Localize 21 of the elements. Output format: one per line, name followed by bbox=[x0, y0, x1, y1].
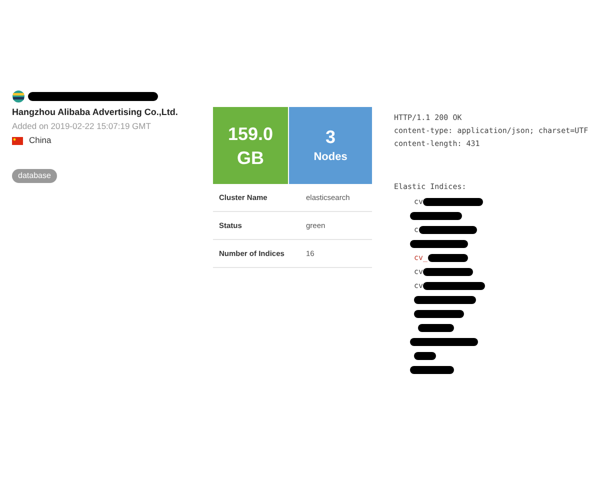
redaction-mark bbox=[410, 240, 468, 248]
redaction-mark bbox=[410, 212, 462, 220]
redaction-mark bbox=[428, 254, 468, 262]
redaction-mark bbox=[423, 268, 474, 276]
flag-icon bbox=[12, 136, 23, 145]
stat-tile: 3 Nodes bbox=[289, 107, 372, 184]
redaction-mark bbox=[414, 352, 436, 360]
redaction-mark bbox=[423, 282, 486, 290]
redaction-mark bbox=[410, 338, 478, 346]
redaction-mark bbox=[414, 296, 476, 304]
organization-name: Hangzhou Alibaba Advertising Co.,Ltd. bbox=[12, 106, 179, 119]
country-name: China bbox=[29, 134, 52, 147]
added-date: Added on 2019-02-22 15:07:19 GMT bbox=[12, 120, 152, 132]
stat-tile: 159.0 GB bbox=[213, 107, 288, 184]
redaction-mark bbox=[414, 310, 464, 318]
redaction-mark bbox=[418, 324, 454, 332]
tag[interactable]: database bbox=[12, 169, 57, 183]
logo-icon bbox=[12, 90, 25, 103]
redaction-mark bbox=[410, 366, 454, 374]
redaction-mark bbox=[423, 198, 484, 206]
redaction-mark bbox=[418, 226, 477, 234]
